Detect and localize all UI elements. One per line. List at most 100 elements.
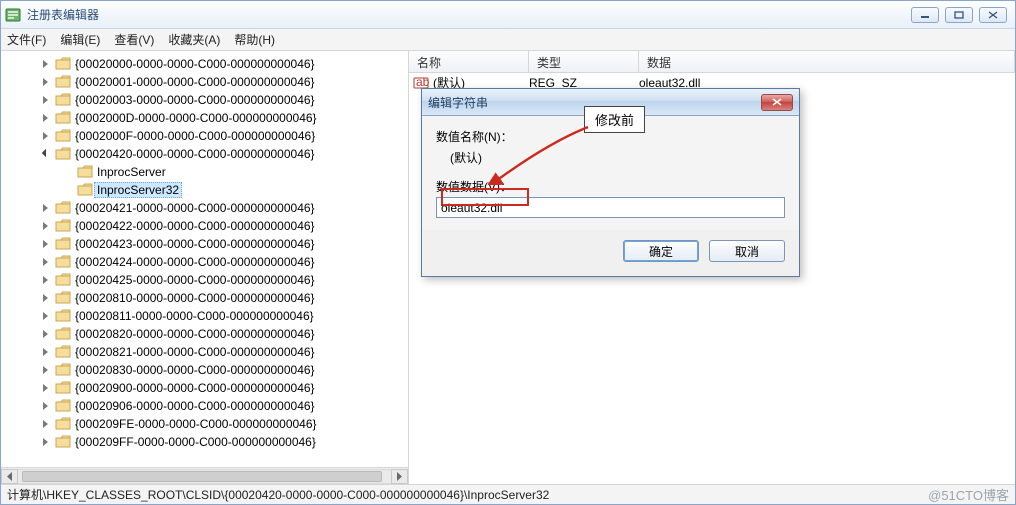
- expand-glyph-icon[interactable]: [43, 240, 52, 249]
- registry-tree: {00020000-0000-0000-C000-000000000046} {0…: [1, 55, 408, 451]
- tree-item-label: {00020003-0000-0000-C000-000000000046}: [75, 93, 315, 107]
- tree-item[interactable]: {00020906-0000-0000-C000-000000000046}: [1, 397, 408, 415]
- expand-glyph-icon[interactable]: [43, 420, 52, 429]
- scroll-track[interactable]: [18, 469, 391, 484]
- tree-item[interactable]: {00020810-0000-0000-C000-000000000046}: [1, 289, 408, 307]
- expand-glyph-icon[interactable]: [43, 96, 52, 105]
- expand-glyph-icon[interactable]: [43, 348, 52, 357]
- expand-glyph-icon[interactable]: [43, 114, 52, 123]
- dialog-buttons: 确定 取消: [422, 230, 799, 276]
- expand-glyph-icon[interactable]: [43, 294, 52, 303]
- tree-item-label: InprocServer: [97, 165, 166, 179]
- expand-glyph-icon[interactable]: [43, 258, 52, 267]
- folder-icon: [55, 75, 71, 89]
- value-data-input[interactable]: [436, 197, 785, 218]
- tree-item-label: {00020423-0000-0000-C000-000000000046}: [75, 237, 315, 251]
- tree-item[interactable]: {000209FE-0000-0000-C000-000000000046}: [1, 415, 408, 433]
- col-header-name[interactable]: 名称: [409, 51, 529, 72]
- expand-glyph-icon[interactable]: [43, 78, 52, 87]
- value-name-display: (默认): [436, 147, 785, 176]
- tree-item[interactable]: {00020001-0000-0000-C000-000000000046}: [1, 73, 408, 91]
- tree-item-label: {00020425-0000-0000-C000-000000000046}: [75, 273, 315, 287]
- tree-item-label: {00020821-0000-0000-C000-000000000046}: [75, 345, 315, 359]
- menu-edit[interactable]: 编辑(E): [60, 31, 100, 48]
- menubar: 文件(F) 编辑(E) 查看(V) 收藏夹(A) 帮助(H): [1, 29, 1015, 51]
- values-header: 名称 类型 数据: [409, 51, 1015, 73]
- tree-item[interactable]: {00020830-0000-0000-C000-000000000046}: [1, 361, 408, 379]
- tree-item[interactable]: {00020811-0000-0000-C000-000000000046}: [1, 307, 408, 325]
- tree-item[interactable]: {00020421-0000-0000-C000-000000000046}: [1, 199, 408, 217]
- expand-glyph-icon[interactable]: [43, 438, 52, 447]
- scroll-thumb[interactable]: [22, 471, 382, 482]
- folder-icon: [55, 291, 71, 305]
- tree-item[interactable]: {00020420-0000-0000-C000-000000000046}: [1, 145, 408, 163]
- folder-icon: [55, 93, 71, 107]
- tree-item-label: {00020000-0000-0000-C000-000000000046}: [75, 57, 315, 71]
- expand-glyph-icon[interactable]: [43, 330, 52, 339]
- folder-icon: [77, 165, 93, 179]
- tree-item[interactable]: {00020820-0000-0000-C000-000000000046}: [1, 325, 408, 343]
- tree-item[interactable]: InprocServer32: [1, 181, 408, 199]
- scroll-right-button[interactable]: [391, 469, 408, 484]
- chevron-left-icon: [6, 472, 13, 481]
- collapse-glyph-icon[interactable]: [43, 150, 52, 159]
- folder-icon: [55, 327, 71, 341]
- tree-item-label: {00020830-0000-0000-C000-000000000046}: [75, 363, 315, 377]
- tree-item-label: {0002000D-0000-0000-C000-000000000046}: [75, 111, 317, 125]
- menu-view[interactable]: 查看(V): [114, 31, 154, 48]
- expand-glyph-icon[interactable]: [43, 366, 52, 375]
- col-header-type[interactable]: 类型: [529, 51, 639, 72]
- tree-item[interactable]: {00020900-0000-0000-C000-000000000046}: [1, 379, 408, 397]
- expand-glyph-icon[interactable]: [43, 204, 52, 213]
- tree-item[interactable]: {0002000F-0000-0000-C000-000000000046}: [1, 127, 408, 145]
- expand-glyph-icon[interactable]: [43, 402, 52, 411]
- expand-glyph-icon[interactable]: [43, 276, 52, 285]
- scroll-left-button[interactable]: [1, 469, 18, 484]
- minimize-button[interactable]: [911, 7, 939, 23]
- tree-item[interactable]: {000209FF-0000-0000-C000-000000000046}: [1, 433, 408, 451]
- maximize-button[interactable]: [945, 7, 973, 23]
- tree-item[interactable]: {00020425-0000-0000-C000-000000000046}: [1, 271, 408, 289]
- tree-item[interactable]: {00020003-0000-0000-C000-000000000046}: [1, 91, 408, 109]
- folder-icon: [55, 435, 71, 449]
- close-icon: [771, 97, 783, 107]
- folder-icon: [55, 417, 71, 431]
- folder-icon: [55, 255, 71, 269]
- window-controls: [911, 7, 1007, 23]
- folder-icon: [55, 111, 71, 125]
- dialog-close-button[interactable]: [761, 94, 793, 111]
- col-header-data[interactable]: 数据: [639, 51, 1015, 72]
- tree-item[interactable]: InprocServer: [1, 163, 408, 181]
- maximize-icon: [954, 11, 964, 19]
- tree-item[interactable]: {0002000D-0000-0000-C000-000000000046}: [1, 109, 408, 127]
- tree-item[interactable]: {00020422-0000-0000-C000-000000000046}: [1, 217, 408, 235]
- svg-text:ab: ab: [416, 75, 429, 89]
- tree-item-label: {00020811-0000-0000-C000-000000000046}: [75, 309, 314, 323]
- expand-glyph-icon[interactable]: [43, 312, 52, 321]
- tree-item-label: {000209FF-0000-0000-C000-000000000046}: [75, 435, 316, 449]
- menu-help[interactable]: 帮助(H): [234, 31, 275, 48]
- folder-icon: [55, 345, 71, 359]
- close-button[interactable]: [979, 7, 1007, 23]
- expand-glyph-icon[interactable]: [43, 222, 52, 231]
- folder-icon: [55, 219, 71, 233]
- expand-glyph-icon[interactable]: [43, 60, 52, 69]
- expand-glyph-icon[interactable]: [43, 132, 52, 141]
- registry-editor-window: 注册表编辑器 文件(F) 编辑(E) 查看(V) 收藏夹(A) 帮助(H) {0…: [0, 0, 1016, 505]
- tree-scroll[interactable]: {00020000-0000-0000-C000-000000000046} {0…: [1, 51, 408, 467]
- app-icon: [5, 7, 21, 23]
- status-path: 计算机\HKEY_CLASSES_ROOT\CLSID\{00020420-00…: [7, 486, 549, 503]
- tree-item[interactable]: {00020000-0000-0000-C000-000000000046}: [1, 55, 408, 73]
- expand-glyph-icon[interactable]: [43, 384, 52, 393]
- menu-favorites[interactable]: 收藏夹(A): [168, 31, 220, 48]
- tree-item[interactable]: {00020821-0000-0000-C000-000000000046}: [1, 343, 408, 361]
- tree-item[interactable]: {00020423-0000-0000-C000-000000000046}: [1, 235, 408, 253]
- cancel-button[interactable]: 取消: [709, 240, 785, 262]
- ok-button[interactable]: 确定: [623, 240, 699, 262]
- folder-icon: [55, 381, 71, 395]
- dialog-body: 数值名称(N)： (默认) 数值数据(V)：: [422, 116, 799, 230]
- menu-file[interactable]: 文件(F): [7, 31, 46, 48]
- horizontal-scrollbar[interactable]: [1, 467, 408, 484]
- tree-item-label: {00020421-0000-0000-C000-000000000046}: [75, 201, 315, 215]
- tree-item[interactable]: {00020424-0000-0000-C000-000000000046}: [1, 253, 408, 271]
